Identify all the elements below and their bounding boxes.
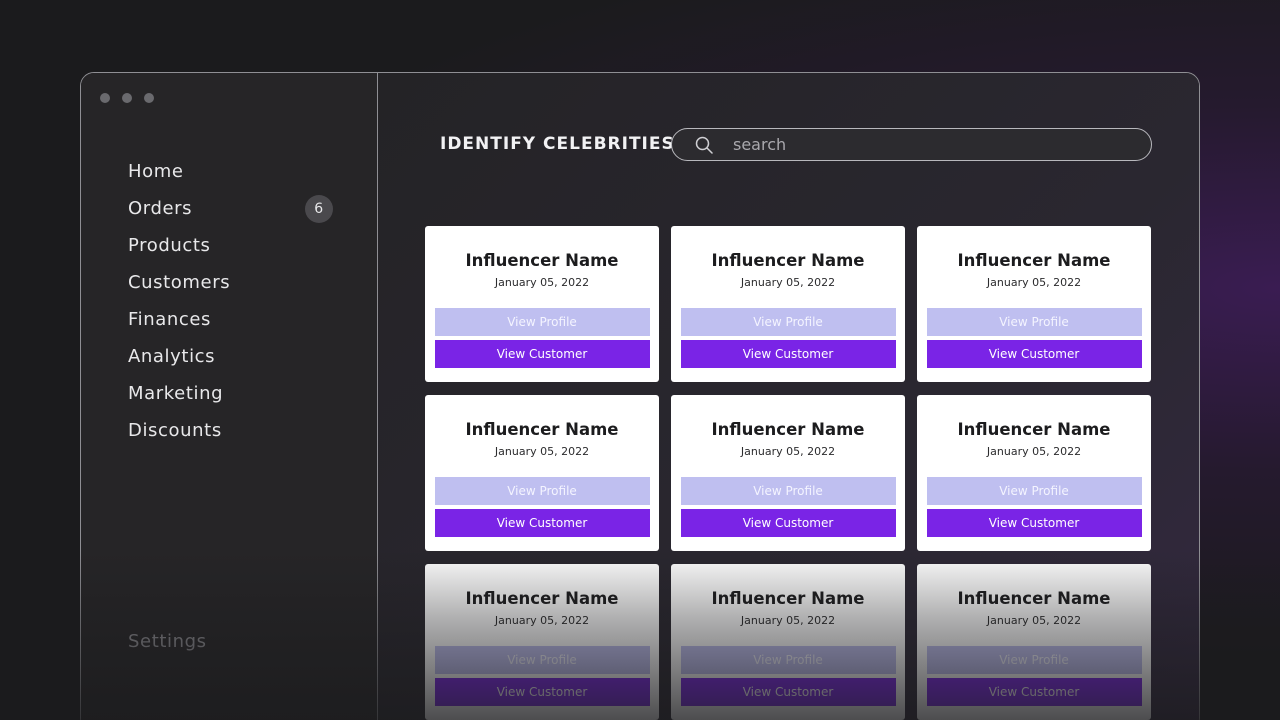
influencer-card-grid: Influencer Name January 05, 2022 View Pr… xyxy=(425,226,1151,720)
influencer-card: Influencer Name January 05, 2022 View Pr… xyxy=(917,564,1151,720)
influencer-card: Influencer Name January 05, 2022 View Pr… xyxy=(671,564,905,720)
view-customer-button[interactable]: View Customer xyxy=(680,509,896,537)
sidebar-item-products[interactable]: Products xyxy=(128,227,333,264)
influencer-date: January 05, 2022 xyxy=(986,276,1082,289)
view-customer-button[interactable]: View Customer xyxy=(926,340,1142,368)
maximize-window-dot[interactable] xyxy=(144,93,154,103)
sidebar-item-label: Discounts xyxy=(128,420,222,441)
view-customer-button[interactable]: View Customer xyxy=(926,678,1142,706)
influencer-date: January 05, 2022 xyxy=(740,276,836,289)
influencer-name: Influencer Name xyxy=(465,251,619,270)
sidebar-item-label: Orders xyxy=(128,198,193,219)
view-profile-button[interactable]: View Profile xyxy=(434,308,650,336)
sidebar-item-finances[interactable]: Finances xyxy=(128,301,333,338)
sidebar-item-analytics[interactable]: Analytics xyxy=(128,338,333,375)
influencer-name: Influencer Name xyxy=(711,589,865,608)
search-icon xyxy=(695,136,713,154)
sidebar-item-settings[interactable]: Settings xyxy=(128,631,207,652)
influencer-card: Influencer Name January 05, 2022 View Pr… xyxy=(671,395,905,551)
influencer-card: Influencer Name January 05, 2022 View Pr… xyxy=(671,226,905,382)
sidebar-item-marketing[interactable]: Marketing xyxy=(128,375,333,412)
influencer-name: Influencer Name xyxy=(957,589,1111,608)
view-customer-button[interactable]: View Customer xyxy=(926,509,1142,537)
sidebar-item-orders[interactable]: Orders 6 xyxy=(128,190,333,227)
influencer-date: January 05, 2022 xyxy=(986,445,1082,458)
main-content: IDENTIFY CELEBRITIES Influencer Name Jan… xyxy=(378,73,1199,720)
view-profile-button[interactable]: View Profile xyxy=(926,477,1142,505)
sidebar-item-label: Analytics xyxy=(128,346,216,367)
view-profile-button[interactable]: View Profile xyxy=(680,477,896,505)
orders-count-badge: 6 xyxy=(305,194,333,223)
sidebar-item-home[interactable]: Home xyxy=(128,153,333,190)
influencer-name: Influencer Name xyxy=(957,420,1111,439)
view-profile-button[interactable]: View Profile xyxy=(926,646,1142,674)
influencer-date: January 05, 2022 xyxy=(494,614,590,627)
influencer-date: January 05, 2022 xyxy=(494,276,590,289)
sidebar-item-label: Customers xyxy=(128,272,231,293)
sidebar-item-label: Finances xyxy=(128,309,212,330)
sidebar-item-label: Marketing xyxy=(128,383,224,404)
view-profile-button[interactable]: View Profile xyxy=(434,477,650,505)
window-controls xyxy=(100,93,154,103)
sidebar-item-customers[interactable]: Customers xyxy=(128,264,333,301)
app-window: Home Orders 6 Products Customers Finance… xyxy=(80,72,1200,720)
view-profile-button[interactable]: View Profile xyxy=(680,646,896,674)
search-input[interactable] xyxy=(733,135,1113,154)
view-profile-button[interactable]: View Profile xyxy=(680,308,896,336)
view-profile-button[interactable]: View Profile xyxy=(926,308,1142,336)
view-customer-button[interactable]: View Customer xyxy=(680,678,896,706)
close-window-dot[interactable] xyxy=(100,93,110,103)
view-profile-button[interactable]: View Profile xyxy=(434,646,650,674)
view-customer-button[interactable]: View Customer xyxy=(680,340,896,368)
influencer-card: Influencer Name January 05, 2022 View Pr… xyxy=(425,226,659,382)
sidebar-item-label: Products xyxy=(128,235,211,256)
influencer-name: Influencer Name xyxy=(465,589,619,608)
search-bar[interactable] xyxy=(671,128,1152,161)
view-customer-button[interactable]: View Customer xyxy=(434,340,650,368)
sidebar-item-discounts[interactable]: Discounts xyxy=(128,412,333,449)
influencer-card: Influencer Name January 05, 2022 View Pr… xyxy=(425,564,659,720)
influencer-date: January 05, 2022 xyxy=(740,445,836,458)
influencer-card: Influencer Name January 05, 2022 View Pr… xyxy=(917,226,1151,382)
influencer-card: Influencer Name January 05, 2022 View Pr… xyxy=(425,395,659,551)
influencer-date: January 05, 2022 xyxy=(740,614,836,627)
influencer-name: Influencer Name xyxy=(711,420,865,439)
minimize-window-dot[interactable] xyxy=(122,93,132,103)
influencer-card: Influencer Name January 05, 2022 View Pr… xyxy=(917,395,1151,551)
view-customer-button[interactable]: View Customer xyxy=(434,509,650,537)
influencer-name: Influencer Name xyxy=(711,251,865,270)
influencer-name: Influencer Name xyxy=(465,420,619,439)
influencer-name: Influencer Name xyxy=(957,251,1111,270)
view-customer-button[interactable]: View Customer xyxy=(434,678,650,706)
influencer-date: January 05, 2022 xyxy=(986,614,1082,627)
influencer-date: January 05, 2022 xyxy=(494,445,590,458)
sidebar: Home Orders 6 Products Customers Finance… xyxy=(81,73,378,720)
page-title: IDENTIFY CELEBRITIES xyxy=(440,134,675,154)
sidebar-item-label: Home xyxy=(128,161,184,182)
sidebar-nav: Home Orders 6 Products Customers Finance… xyxy=(128,153,333,449)
